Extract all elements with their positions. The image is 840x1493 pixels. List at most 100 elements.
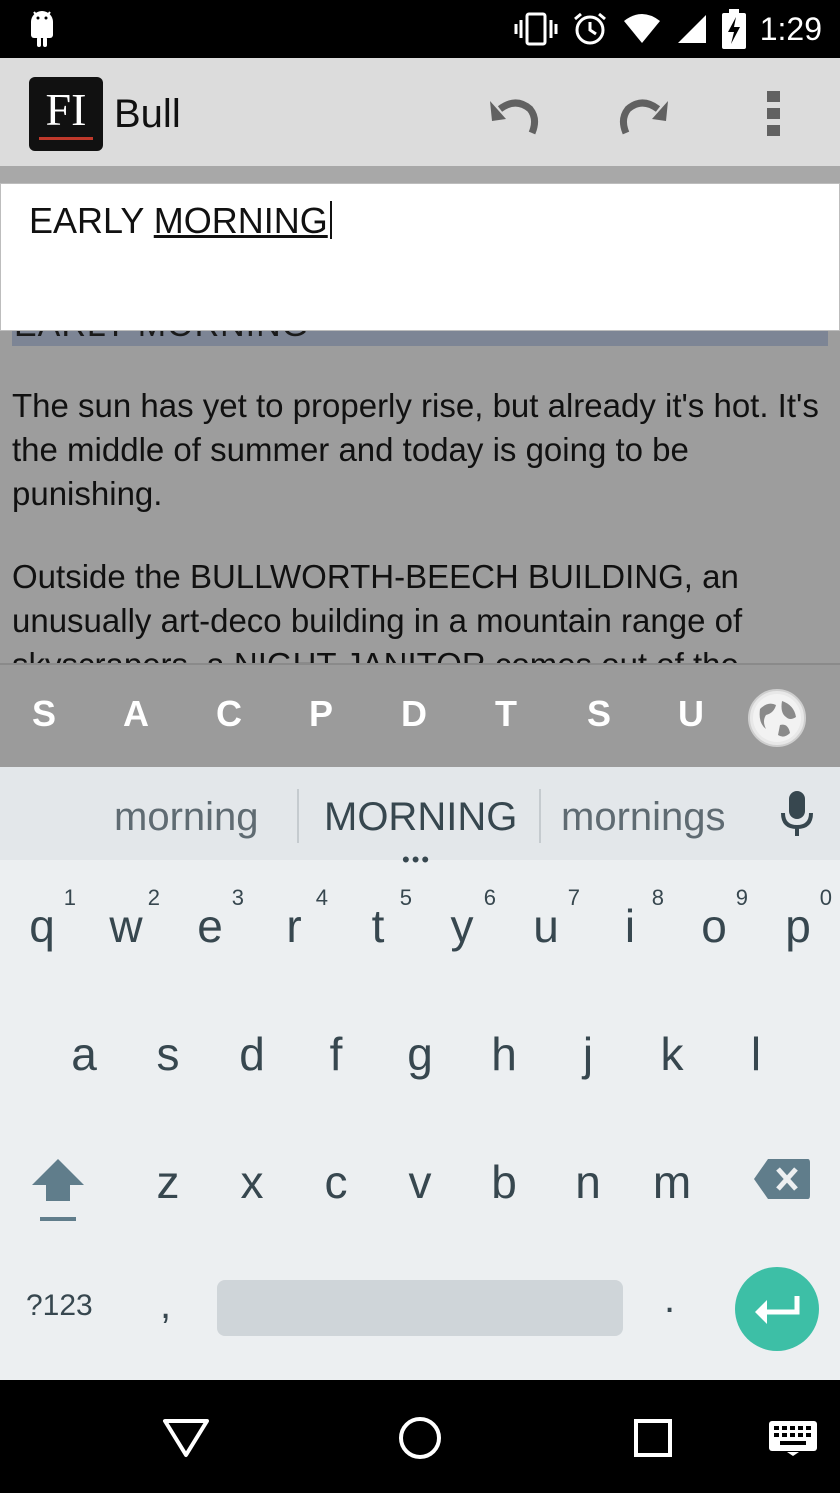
key-o[interactable]: 9o (672, 871, 756, 981)
comma-key[interactable]: , (160, 1283, 171, 1328)
key-label: d (239, 1028, 265, 1080)
shortcut-u[interactable]: U (661, 693, 721, 735)
edit-word-morning: MORNING (153, 200, 328, 241)
key-label: t (371, 900, 385, 952)
key-label: u (533, 900, 559, 952)
key-w[interactable]: 2w (84, 871, 168, 981)
suggestion-2[interactable]: MORNING (324, 795, 517, 840)
edit-word-early: EARLY (29, 200, 144, 241)
key-label: w (109, 900, 143, 952)
app-logo: FI (29, 77, 103, 151)
action-paragraph-2[interactable]: Outside the BULLWORTH-BEECH BUILDING, an… (12, 555, 832, 663)
symbols-key[interactable]: ?123 (26, 1289, 93, 1323)
key-k[interactable]: k (630, 999, 714, 1109)
space-bar[interactable] (217, 1280, 623, 1336)
key-label: o (701, 900, 727, 952)
key-b[interactable]: b (462, 1127, 546, 1237)
home-button[interactable] (392, 1410, 448, 1466)
key-j[interactable]: j (546, 999, 630, 1109)
vibrate-icon (514, 12, 558, 46)
key-label: x (240, 1156, 264, 1208)
soft-keyboard: morning MORNING mornings ••• 1q2w3e4r5t6… (0, 767, 840, 1380)
key-h[interactable]: h (462, 999, 546, 1109)
enter-key[interactable] (735, 1267, 819, 1351)
key-l[interactable]: l (714, 999, 798, 1109)
key-label: b (491, 1156, 517, 1208)
recents-square-icon (634, 1419, 672, 1457)
more-suggestions-icon[interactable]: ••• (402, 847, 431, 873)
appbar-divider (0, 166, 840, 183)
shortcut-shot[interactable]: S (569, 693, 629, 735)
key-x[interactable]: x (210, 1127, 294, 1237)
key-p[interactable]: 0p (756, 871, 840, 981)
shortcut-character[interactable]: C (199, 693, 259, 735)
suggestion-divider (297, 789, 299, 843)
shortcut-dialogue[interactable]: D (384, 693, 444, 735)
key-n[interactable]: n (546, 1127, 630, 1237)
key-label: g (407, 1028, 433, 1080)
key-u[interactable]: 7u (504, 871, 588, 981)
app-logo-underline (39, 137, 93, 140)
key-label: r (286, 900, 302, 952)
suggestion-1[interactable]: morning (114, 795, 259, 840)
status-bar: 1:29 (0, 0, 840, 58)
key-m[interactable]: m (630, 1127, 714, 1237)
key-c[interactable]: c (294, 1127, 378, 1237)
key-label: q (29, 900, 55, 952)
suggestion-3[interactable]: mornings (561, 795, 726, 840)
key-v[interactable]: v (378, 1127, 462, 1237)
key-label: v (408, 1156, 432, 1208)
shortcut-scene-heading[interactable]: S (14, 693, 74, 735)
wifi-icon (623, 14, 660, 43)
shortcut-action[interactable]: A (106, 693, 166, 735)
key-i[interactable]: 8i (588, 871, 672, 981)
key-s[interactable]: s (126, 999, 210, 1109)
app-bar: FI Bull (0, 58, 840, 166)
more-vert-icon (767, 91, 780, 136)
key-label: c (324, 1156, 348, 1208)
key-r[interactable]: 4r (252, 871, 336, 981)
key-f[interactable]: f (294, 999, 378, 1109)
edit-field-text[interactable]: EARLY MORNING (29, 200, 332, 242)
shortcut-transition[interactable]: T (476, 693, 536, 735)
undo-button[interactable] (486, 86, 542, 142)
redo-button[interactable] (616, 86, 672, 142)
back-triangle-icon (163, 1419, 209, 1457)
shortcut-parenthetical[interactable]: P (291, 693, 351, 735)
key-a[interactable]: a (42, 999, 126, 1109)
navigation-bar (0, 1380, 840, 1493)
shift-icon[interactable] (28, 1155, 88, 1225)
keyboard-icon (769, 1421, 817, 1456)
home-circle-icon (399, 1417, 441, 1459)
period-key[interactable]: . (664, 1277, 675, 1322)
key-t[interactable]: 5t (336, 871, 420, 981)
redo-icon (619, 99, 668, 135)
key-g[interactable]: g (378, 999, 462, 1109)
overflow-menu-button[interactable] (746, 86, 802, 142)
key-label: f (329, 1028, 343, 1080)
globe-icon[interactable] (748, 689, 806, 747)
heading-edit-field[interactable]: EARLY MORNING (0, 183, 840, 331)
keyboard-switch-button[interactable] (765, 1410, 821, 1466)
key-label: j (582, 1028, 594, 1080)
key-label: n (575, 1156, 601, 1208)
key-label: z (156, 1156, 180, 1208)
app-logo-text: FI (45, 84, 87, 135)
key-label: l (750, 1028, 762, 1080)
backspace-icon[interactable] (752, 1157, 812, 1201)
enter-icon (755, 1296, 800, 1324)
text-caret (329, 201, 332, 239)
key-d[interactable]: d (210, 999, 294, 1109)
key-e[interactable]: 3e (168, 871, 252, 981)
back-button[interactable] (158, 1410, 214, 1466)
key-label: y (450, 900, 474, 952)
key-q[interactable]: 1q (0, 871, 84, 981)
recents-button[interactable] (625, 1410, 681, 1466)
key-z[interactable]: z (126, 1127, 210, 1237)
mic-icon[interactable] (780, 791, 814, 837)
key-y[interactable]: 6y (420, 871, 504, 981)
element-shortcut-bar: S A C P D T S U (0, 663, 840, 769)
action-paragraph-1[interactable]: The sun has yet to properly rise, but al… (12, 384, 832, 516)
battery-charging-icon (721, 9, 746, 49)
alarm-icon (573, 12, 606, 45)
